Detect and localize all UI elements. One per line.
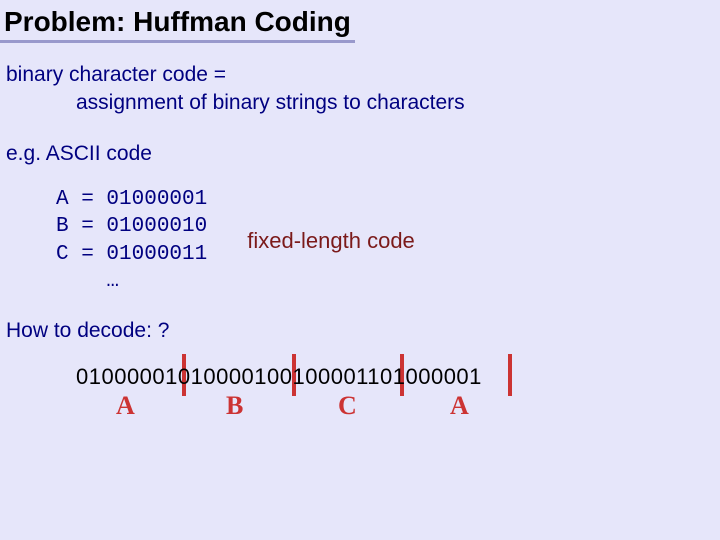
code-a: A = 01000001 (56, 188, 207, 211)
decode-question: How to decode: ? (6, 317, 714, 345)
example-label: e.g. ASCII code (6, 140, 714, 168)
definition-line2: assignment of binary strings to characte… (6, 89, 714, 117)
slide-title: Problem: Huffman Coding (0, 0, 355, 43)
annotation-a2: A (450, 388, 469, 423)
code-dots: … (56, 270, 119, 293)
annotation-c: C (338, 388, 357, 423)
slide-body: binary character code = assignment of bi… (0, 61, 720, 442)
bitstring: 01000001010000100100001101000001 (76, 364, 482, 389)
ascii-codes: A = 01000001 B = 01000010 C = 01000011 … (6, 186, 207, 295)
code-b: B = 01000010 (56, 215, 207, 238)
code-c: C = 01000011 (56, 243, 207, 266)
bitstring-row: 01000001010000100100001101000001 A B C A (6, 362, 714, 442)
separator-marker (508, 354, 512, 396)
fixed-length-label: fixed-length code (207, 226, 415, 256)
code-block: A = 01000001 B = 01000010 C = 01000011 …… (6, 186, 714, 295)
definition-line1: binary character code = (6, 61, 714, 89)
annotation-a1: A (116, 388, 135, 423)
annotation-b: B (226, 388, 244, 423)
